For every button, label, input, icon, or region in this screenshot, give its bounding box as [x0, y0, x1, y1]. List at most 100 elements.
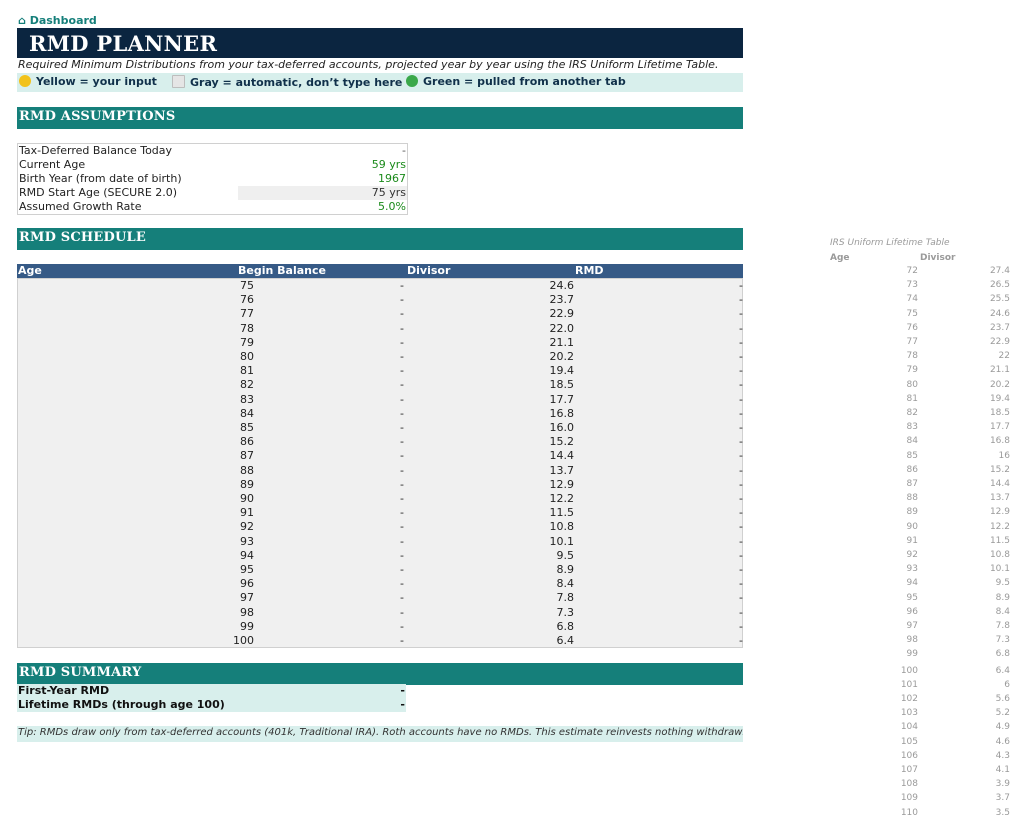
irs-table-row: 83 17.7 — [830, 422, 1010, 436]
begin-balance-cell: - — [400, 634, 404, 647]
irs-table-row: 101 6 — [830, 680, 1010, 694]
irs-divisor-cell: 6.4 — [995, 665, 1010, 676]
divisor-cell: 12.2 — [549, 492, 575, 505]
col-rmd-header: RMD — [575, 264, 604, 277]
irs-table-row: 78 22 — [830, 351, 1010, 365]
assumption-row[interactable]: Assumed Growth Rate 5.0% — [18, 200, 407, 214]
divisor-cell: 10.1 — [549, 534, 575, 548]
begin-balance-cell: - — [400, 563, 404, 576]
growth-rate-value[interactable]: 5.0% — [378, 200, 406, 213]
table-row: 91 - 11.5 - — [18, 506, 744, 520]
irs-divisor-cell: 11.5 — [989, 535, 1010, 546]
age-cell: 81 — [240, 364, 254, 378]
irs-age-cell: 93 — [906, 564, 918, 575]
rmd-cell: - — [739, 463, 743, 477]
irs-table-row: 81 19.4 — [830, 394, 1010, 408]
begin-balance-cell: - — [400, 577, 404, 591]
irs-table-row: 94 9.5 — [830, 578, 1010, 592]
schedule-heading: RMD SCHEDULE — [17, 228, 743, 250]
current-age-value[interactable]: 59 yrs — [372, 158, 406, 171]
irs-divisor-cell: 3.7 — [995, 793, 1010, 804]
begin-balance-cell: - — [400, 350, 404, 363]
irs-divisor-cell: 6 — [1004, 679, 1010, 690]
irs-divisor-cell: 16 — [998, 450, 1010, 461]
irs-table-row: 100 6.4 — [830, 666, 1010, 680]
assumption-row[interactable]: Current Age 59 yrs — [18, 158, 407, 172]
assumption-row[interactable]: Tax-Deferred Balance Today - — [18, 144, 407, 158]
irs-age-cell: 101 — [900, 679, 918, 690]
age-cell: 88 — [240, 463, 254, 477]
irs-age-cell: 73 — [906, 280, 918, 291]
irs-table-row: 93 10.1 — [830, 564, 1010, 578]
irs-divisor-cell: 8.9 — [995, 592, 1010, 603]
begin-balance-cell: - — [400, 392, 404, 406]
irs-age-cell: 100 — [900, 665, 918, 676]
divisor-cell: 11.5 — [549, 506, 575, 520]
begin-balance-cell: - — [400, 335, 404, 349]
irs-divisor-cell: 18.5 — [989, 408, 1010, 418]
rmd-cell: - — [739, 477, 743, 491]
divisor-cell: 18.5 — [549, 378, 575, 392]
table-row: 97 - 7.8 - — [18, 591, 744, 605]
irs-age-cell: 82 — [906, 408, 918, 418]
table-row: 82 - 18.5 - — [18, 378, 744, 392]
irs-age-cell: 105 — [900, 736, 918, 747]
rmd-cell: - — [739, 406, 743, 420]
irs-col-divisor-header: Divisor — [920, 253, 956, 263]
first-year-rmd-label: First-Year RMD — [18, 684, 110, 697]
tip-note: Tip: RMDs draw only from tax-deferred ac… — [17, 726, 743, 742]
rmd-cell: - — [739, 392, 743, 406]
irs-divisor-cell: 16.8 — [989, 436, 1010, 447]
rmd-cell: - — [739, 605, 743, 619]
irs-divisor-cell: 15.2 — [989, 464, 1010, 475]
irs-divisor-cell: 22 — [998, 351, 1010, 362]
table-row: 88 - 13.7 - — [18, 464, 744, 478]
irs-table-row: 87 14.4 — [830, 479, 1010, 493]
divisor-cell: 22.0 — [549, 321, 575, 335]
irs-divisor-cell: 13.7 — [989, 493, 1010, 504]
irs-age-cell: 107 — [900, 765, 918, 775]
begin-balance-cell: - — [400, 520, 404, 534]
irs-table-row: 91 11.5 — [830, 536, 1010, 550]
irs-age-cell: 84 — [906, 436, 918, 447]
rmd-cell: - — [739, 435, 743, 449]
irs-age-cell: 80 — [906, 379, 918, 390]
irs-divisor-cell: 10.8 — [989, 550, 1010, 560]
balance-today-value[interactable]: - — [402, 144, 406, 157]
green-dot-icon — [406, 75, 418, 87]
irs-age-cell: 103 — [900, 708, 918, 719]
irs-age-cell: 96 — [906, 606, 918, 617]
dashboard-link[interactable]: ⌂ Dashboard — [18, 14, 97, 27]
legend-green-label: Green = pulled from another tab — [423, 75, 626, 88]
irs-divisor-cell: 17.7 — [989, 422, 1010, 433]
age-cell: 85 — [240, 421, 254, 434]
age-cell: 75 — [240, 279, 254, 292]
irs-divisor-cell: 9.5 — [995, 578, 1010, 589]
irs-divisor-cell: 3.5 — [995, 807, 1010, 818]
irs-age-cell: 90 — [906, 521, 918, 532]
age-cell: 79 — [240, 335, 254, 349]
irs-table-row: 85 16 — [830, 451, 1010, 465]
irs-divisor-cell: 4.6 — [995, 736, 1010, 747]
rmd-cell: - — [739, 350, 743, 363]
rmd-cell: - — [739, 279, 743, 292]
col-begin-balance-header: Begin Balance — [238, 264, 326, 277]
table-row: 84 - 16.8 - — [18, 407, 744, 421]
irs-divisor-cell: 14.4 — [989, 479, 1010, 489]
divisor-cell: 21.1 — [549, 335, 575, 349]
rmd-cell: - — [739, 293, 743, 307]
table-row: 87 - 14.4 - — [18, 449, 744, 463]
table-row: 79 - 21.1 - — [18, 336, 744, 350]
begin-balance-cell: - — [400, 463, 404, 477]
begin-balance-cell: - — [400, 548, 404, 562]
irs-age-cell: 95 — [906, 592, 918, 603]
irs-table-row: 72 27.4 — [830, 266, 1010, 280]
table-row: 80 - 20.2 - — [18, 350, 744, 364]
assumption-label: RMD Start Age (SECURE 2.0) — [19, 186, 178, 199]
irs-age-cell: 108 — [900, 779, 918, 790]
begin-balance-cell: - — [400, 591, 404, 605]
birth-year-value[interactable]: 1967 — [378, 172, 406, 185]
assumption-row[interactable]: Birth Year (from date of birth) 1967 — [18, 172, 407, 186]
schedule-table-body: 75 - 24.6 - 76 - 23.7 - 77 - 22.9 - 78 - 22.0 - 79 - 21.1 -… — [17, 278, 743, 648]
table-row: 90 - 12.2 - — [18, 492, 744, 506]
